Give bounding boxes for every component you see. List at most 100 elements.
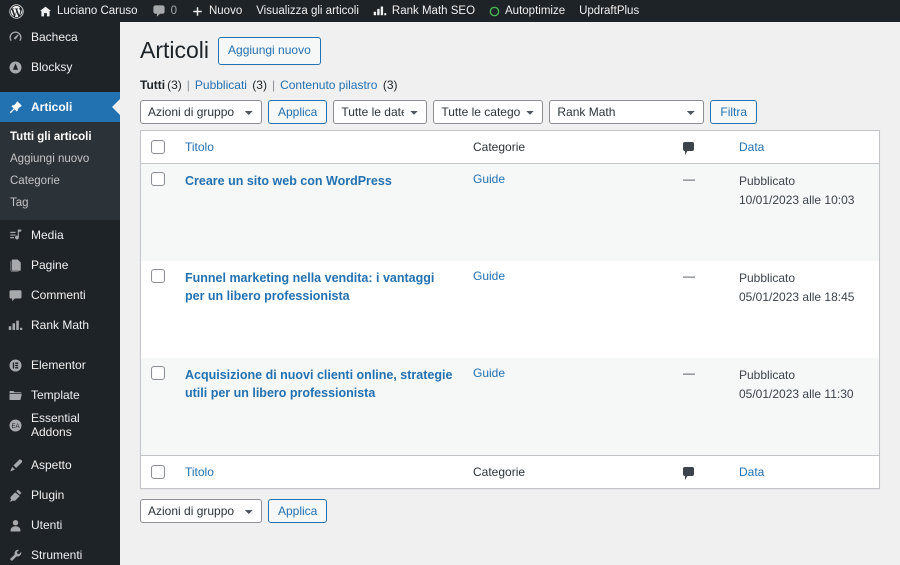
sidebar-item-label: Template: [31, 388, 80, 402]
view-link-tutti[interactable]: Tutti (3): [140, 78, 182, 92]
sidebar-item-template[interactable]: Template: [0, 380, 120, 410]
post-title-link[interactable]: Acquisizione di nuovi clienti online, st…: [185, 366, 453, 402]
apply-bulk-action-button-bottom[interactable]: Applica: [268, 498, 328, 523]
updraftplus-label: UpdraftPlus: [579, 5, 640, 17]
sidebar-item-label: Rank Math: [31, 318, 90, 332]
category-link[interactable]: Guide: [473, 269, 505, 283]
view-label: Tutti: [140, 77, 166, 92]
sort-by-title-link-bottom[interactable]: Titolo: [185, 465, 214, 479]
post-status: Pubblicato: [739, 173, 796, 188]
sidebar-item-rank-math[interactable]: Rank Math: [0, 310, 120, 340]
row-date-cell: Pubblicato 05/01/2023 alle 11:30: [729, 358, 879, 455]
column-header-title: Titolo: [175, 131, 463, 164]
sidebar-item-label: Essential Addons: [31, 411, 80, 439]
post-title-link[interactable]: Funnel marketing nella vendita: i vantag…: [185, 269, 453, 305]
add-new-post-button[interactable]: Aggiungi nuovo: [218, 37, 321, 65]
blocksy-icon: [6, 58, 24, 76]
wordpress-logo-button[interactable]: [0, 0, 32, 22]
post-status: Pubblicato: [739, 367, 796, 382]
table-foot: Titolo Categorie Data: [141, 454, 879, 488]
submenu-item-tutti-gli-articoli[interactable]: Tutti gli articoli: [0, 126, 120, 148]
row-categories-cell: Guide: [463, 164, 673, 261]
sidebar-item-label: Blocksy: [31, 60, 73, 74]
plus-icon: [191, 5, 204, 18]
sidebar-item-blocksy[interactable]: Blocksy: [0, 52, 120, 82]
filter-by-category-select[interactable]: Tutte le categorie: [433, 99, 544, 124]
apply-bulk-action-button-top[interactable]: Applica: [268, 99, 328, 124]
sidebar-item-commenti[interactable]: Commenti: [0, 280, 120, 310]
submenu-item-categorie[interactable]: Categorie: [0, 170, 120, 192]
sort-by-title-link-top[interactable]: Titolo: [185, 140, 214, 154]
submenu-item-tag[interactable]: Tag: [0, 192, 120, 214]
rank-math-seo-menu[interactable]: Rank Math SEO: [366, 0, 482, 22]
sidebar-item-label: Elementor: [31, 358, 86, 372]
select-all-checkbox-bottom[interactable]: [151, 464, 165, 479]
submenu-item-label: Tutti gli articoli: [10, 131, 92, 143]
sidebar-item-aspetto[interactable]: Aspetto: [0, 450, 120, 480]
bulk-actions-select-bottom[interactable]: Azioni di gruppo: [140, 498, 262, 523]
sidebar-item-label: Media: [31, 228, 64, 242]
comments-menu[interactable]: 0: [145, 0, 184, 22]
sidebar-item-essential-addons[interactable]: EA Essential Addons: [0, 410, 120, 440]
row-title-cell: Funnel marketing nella vendita: i vantag…: [175, 261, 463, 358]
post-date: 05/01/2023 alle 11:30: [739, 387, 854, 402]
circle-icon: [489, 6, 500, 17]
autoptimize-menu[interactable]: Autoptimize: [482, 0, 572, 22]
filter-button[interactable]: Filtra: [710, 99, 758, 124]
essential-addons-icon: EA: [6, 416, 24, 434]
sort-by-date-link-top[interactable]: Data: [739, 140, 764, 154]
category-link[interactable]: Guide: [473, 366, 505, 380]
comments-count: —: [683, 171, 695, 186]
site-name-menu[interactable]: Luciano Caruso: [32, 0, 145, 22]
view-count: (3): [167, 77, 182, 92]
select-all-header: [141, 131, 175, 164]
view-link-contenuto-pilastro[interactable]: Contenuto pilastro (3): [280, 78, 397, 92]
sidebar-item-label: Plugin: [31, 488, 65, 502]
site-name-label: Luciano Caruso: [57, 5, 138, 17]
sidebar-item-plugin[interactable]: Plugin: [0, 480, 120, 510]
admin-sidebar-menu: Bacheca Blocksy Articoli Tutti gli artic…: [0, 22, 120, 565]
column-header-date: Data: [729, 131, 879, 164]
category-link[interactable]: Guide: [473, 172, 505, 186]
table-header-row: Titolo Categorie Data: [141, 131, 879, 164]
row-select-cell: [141, 164, 175, 261]
bulk-actions-select-top[interactable]: Azioni di gruppo: [140, 99, 262, 124]
sidebar-item-pagine[interactable]: Pagine: [0, 250, 120, 280]
view-count: (3): [252, 77, 267, 92]
sidebar-item-label: Articoli: [31, 100, 73, 114]
sidebar-item-bacheca[interactable]: Bacheca: [0, 22, 120, 52]
filter-by-date-select[interactable]: Tutte le date: [333, 99, 428, 124]
view-posts-menu[interactable]: Visualizza gli articoli: [249, 0, 366, 22]
sidebar-item-label: Strumenti: [31, 548, 83, 562]
table-body: Creare un sito web con WordPress Guide —…: [141, 163, 879, 455]
updraftplus-menu[interactable]: UpdraftPlus: [572, 0, 646, 22]
row-checkbox[interactable]: [151, 268, 165, 283]
sidebar-item-strumenti[interactable]: Strumenti: [0, 540, 120, 565]
column-header-comments: [673, 131, 729, 164]
select-all-checkbox-top[interactable]: [151, 139, 165, 154]
row-checkbox[interactable]: [151, 171, 165, 186]
submenu-item-aggiungi-nuovo[interactable]: Aggiungi nuovo: [0, 148, 120, 170]
sidebar-item-utenti[interactable]: Utenti: [0, 510, 120, 540]
elementor-icon: [6, 356, 24, 374]
view-separator: |: [271, 77, 276, 92]
sort-by-date-link-bottom[interactable]: Data: [739, 465, 764, 479]
categories-header-label: Categorie: [473, 139, 526, 154]
filter-by-rank-math-select[interactable]: Rank Math: [549, 99, 705, 124]
menu-separator: [0, 440, 120, 450]
rank-math-seo-label: Rank Math SEO: [391, 5, 476, 17]
sidebar-item-elementor[interactable]: Elementor: [0, 350, 120, 380]
view-link-pubblicati[interactable]: Pubblicati (3): [195, 78, 267, 92]
comment-bubble-icon[interactable]: [683, 466, 694, 480]
comment-bubble-icon[interactable]: [683, 141, 694, 155]
comments-count-label: 0: [170, 5, 177, 17]
page-title: Articoli: [140, 37, 210, 63]
new-content-menu[interactable]: Nuovo: [184, 0, 249, 22]
row-checkbox[interactable]: [151, 365, 165, 380]
post-title-link[interactable]: Creare un sito web con WordPress: [185, 172, 392, 190]
sidebar-item-media[interactable]: Media: [0, 220, 120, 250]
sidebar-item-articoli[interactable]: Articoli: [0, 92, 120, 122]
user-icon: [6, 516, 24, 534]
column-header-categories: Categorie: [463, 131, 673, 164]
row-comments-cell: —: [673, 261, 729, 358]
